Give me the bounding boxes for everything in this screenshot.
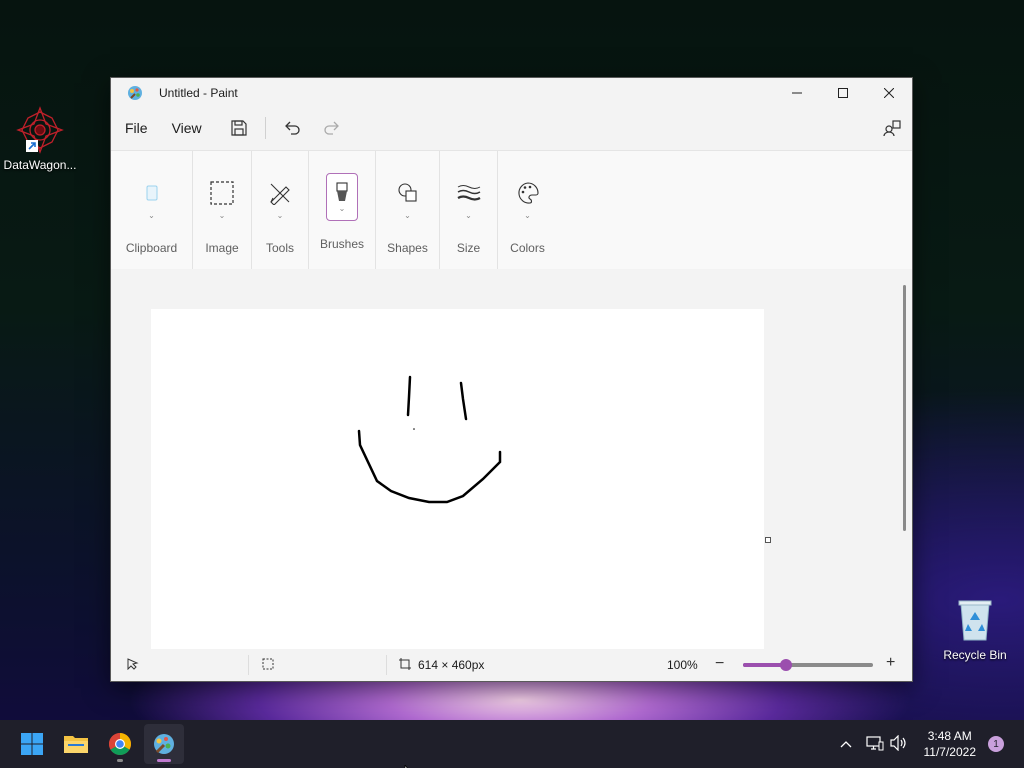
active-indicator [157,759,171,762]
zoom-percentage[interactable]: 100% [667,658,698,672]
status-divider [386,655,387,675]
ribbon-group-label: Shapes [387,241,428,255]
chevron-down-icon: ⌄ [148,211,155,220]
zoom-slider-thumb[interactable] [779,659,792,671]
status-bar: 614 × 460px 100% − + [111,649,912,681]
brush-button[interactable]: ⌄ [326,173,358,221]
canvas-size-text: 614 × 460px [418,658,485,672]
clock-date: 11/7/2022 [923,745,977,759]
start-button[interactable] [12,724,52,764]
paint-app-icon [154,734,174,754]
show-hidden-icons-button[interactable] [840,737,852,751]
minimize-button[interactable] [774,78,820,108]
desktop-icon-label: Recycle Bin [943,648,1007,662]
volume-icon[interactable] [889,734,908,754]
minimize-icon [792,92,802,94]
save-icon [231,120,247,136]
status-divider [248,655,249,675]
desktop-icon-recycle-bin[interactable]: Recycle Bin [935,596,1015,662]
taskbar-paint[interactable] [144,724,184,764]
account-icon [883,120,901,137]
shapes-icon [392,177,424,209]
ribbon-group-shapes[interactable]: ⌄ Shapes [376,151,440,269]
ribbon-group-label: Tools [265,241,294,255]
account-button[interactable] [876,112,908,144]
redo-button[interactable] [316,112,348,144]
maximize-button[interactable] [820,78,866,108]
windows-icon [21,733,43,755]
undo-button[interactable] [276,112,308,144]
chrome-icon [109,733,131,755]
zoom-slider[interactable] [743,659,873,671]
vertical-scrollbar[interactable] [903,285,906,531]
datawagon-icon [16,106,64,154]
zoom-out-button[interactable]: − [715,655,724,673]
ribbon-group-size[interactable]: ⌄ Size [440,151,498,269]
window-title: Untitled - Paint [159,86,238,100]
taskbar-chrome[interactable] [100,724,140,764]
ribbon-group-brushes[interactable]: ⌄ Brushes [309,151,376,269]
ribbon-group-tools[interactable]: ⌄ Tools [252,151,309,269]
system-tray: 3:48 AM 11/7/2022 1 [840,720,1024,768]
canvas-size-icon [399,658,411,673]
taskbar: 3:48 AM 11/7/2022 1 [0,720,1024,768]
ribbon-group-label: Size [456,241,481,255]
running-indicator [117,759,123,762]
chevron-up-icon [840,741,851,748]
chevron-down-icon: ⌄ [218,211,226,220]
menu-file[interactable]: File [118,120,155,136]
ribbon-group-clipboard[interactable]: ⌄ Clipboard [111,151,193,269]
menu-divider [264,117,266,139]
ribbon-group-image[interactable]: ⌄ Image [193,151,252,269]
chevron-down-icon: ⌄ [276,211,284,220]
desktop-icon-datawagon[interactable]: DataWagon... [0,106,80,172]
redo-icon [324,121,339,135]
ribbon-group-label: Image [205,241,239,255]
close-button[interactable] [866,78,912,108]
canvas-resize-handle[interactable] [765,537,771,543]
mouse-cursor-icon [404,760,414,768]
network-icon[interactable] [865,735,884,754]
canvas-workspace [111,269,912,651]
chevron-down-icon: ⌄ [338,203,346,213]
drawing-canvas[interactable] [151,309,764,651]
menu-bar: File View [111,108,912,148]
folder-icon [64,736,88,753]
desktop-icon-label: DataWagon... [3,158,77,172]
brush-icon [336,181,348,201]
chevron-down-icon: ⌄ [465,211,472,220]
smiley-drawing [357,375,502,504]
clipboard-icon [136,177,168,209]
zoom-in-button[interactable]: + [886,654,895,672]
close-icon [884,88,894,98]
undo-icon [284,121,300,135]
ribbon-group-label: Clipboard [125,241,178,255]
ribbon-group-colors[interactable]: ⌄ Colors [498,151,557,269]
title-bar[interactable]: Untitled - Paint [111,78,912,108]
ribbon-group-label: Colors [510,241,545,255]
recycle-bin-icon [951,596,999,644]
size-icon [453,177,485,209]
paint-window: Untitled - Paint File View ⌄ Clipboard ⌄… [110,77,913,682]
menu-view[interactable]: View [165,120,209,136]
clock-time: 3:48 AM [927,729,972,743]
ribbon-group-label: Brushes [319,237,365,251]
paint-app-icon [127,85,143,101]
ribbon-toolbar: ⌄ Clipboard ⌄ Image ⌄ Tools ⌄ Brushes ⌄ … [111,150,912,270]
clock[interactable]: 3:48 AM 11/7/2022 [924,728,977,760]
notification-badge[interactable]: 1 [988,736,1004,752]
taskbar-file-explorer[interactable] [56,724,96,764]
save-button[interactable] [223,112,255,144]
selection-size-icon [262,658,274,673]
chevron-down-icon: ⌄ [404,211,411,220]
maximize-icon [838,88,848,98]
cursor-position-icon [127,657,139,673]
palette-icon [512,177,544,209]
chevron-down-icon: ⌄ [524,211,531,220]
selection-icon [206,177,238,209]
pencil-icon [264,177,296,209]
